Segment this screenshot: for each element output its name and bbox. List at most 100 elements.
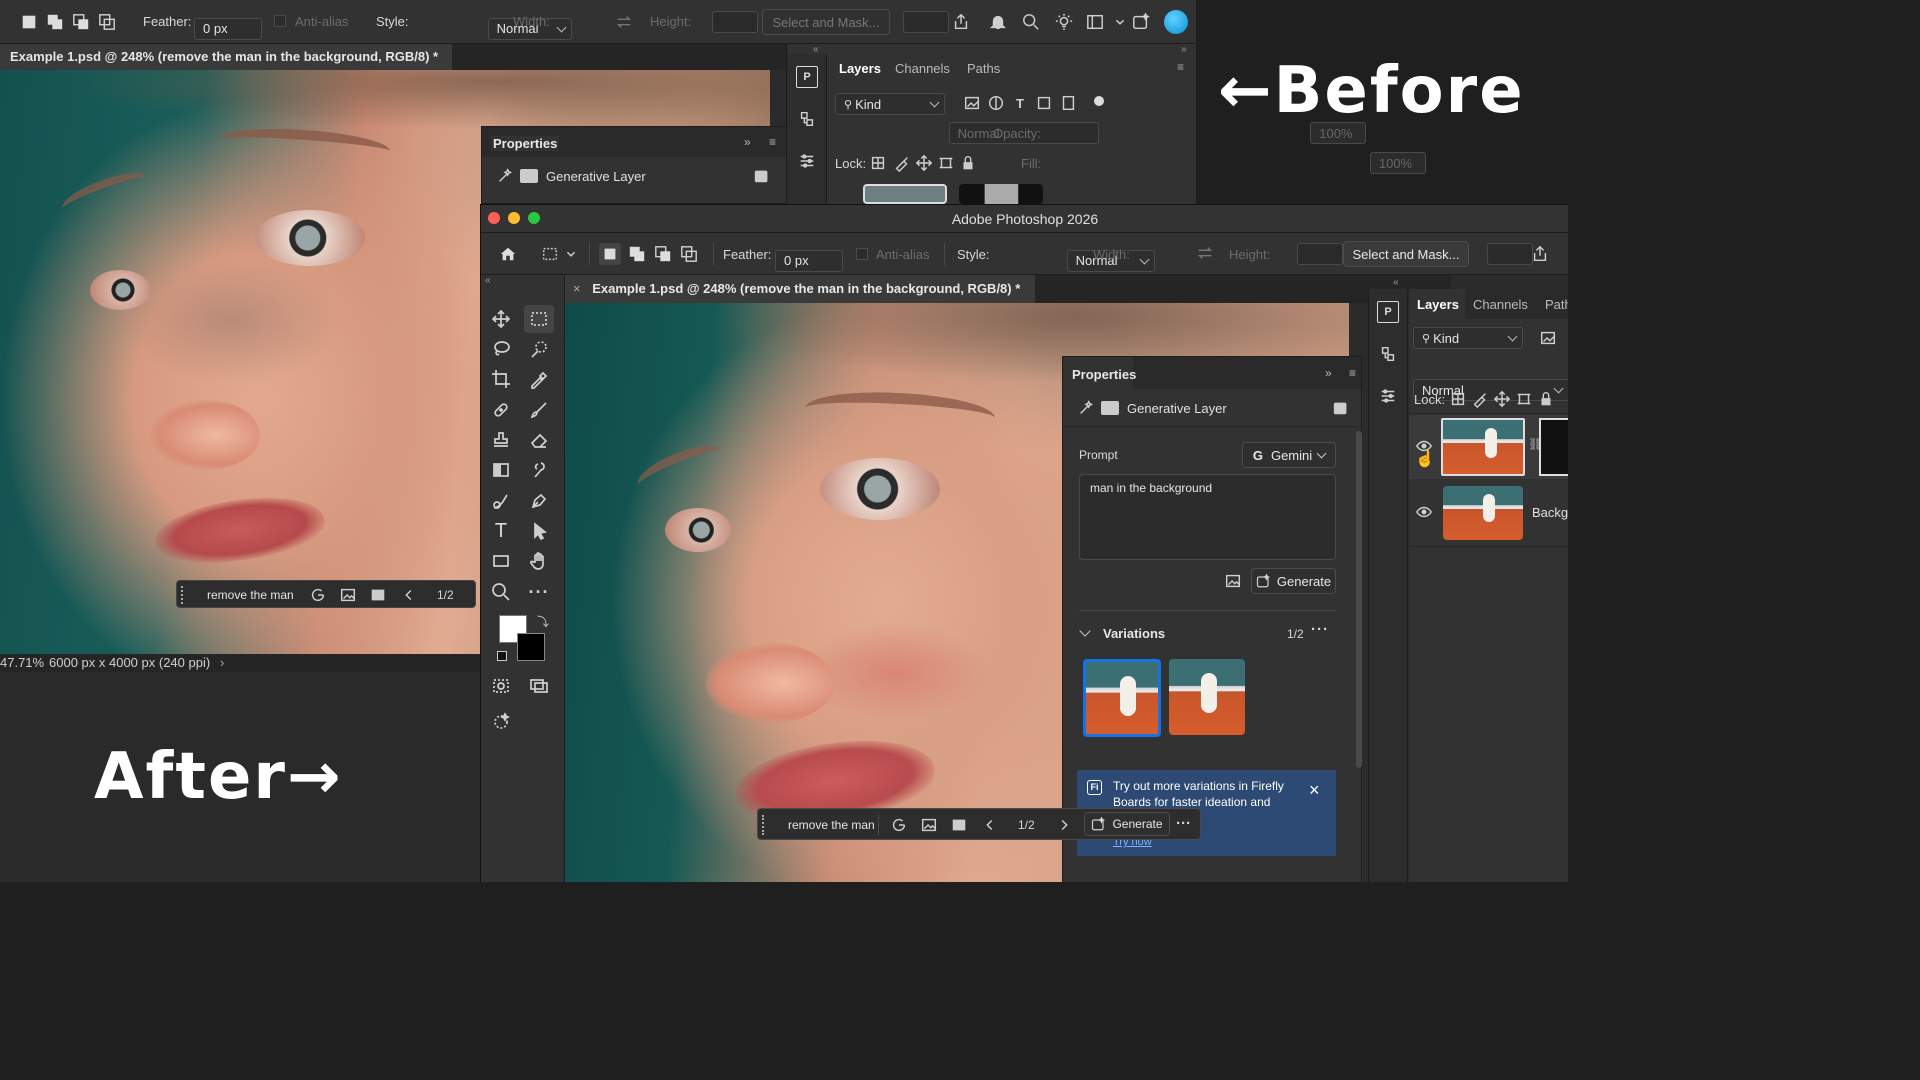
generative-layer-icon[interactable] [1331,399,1351,417]
zoom-tool-icon[interactable] [486,578,516,606]
clone-stamp-tool-icon[interactable] [486,426,516,454]
generate-button[interactable]: Generate [1251,568,1336,594]
lock-all-icon[interactable] [959,154,977,172]
generative-icon[interactable] [1130,11,1152,33]
pen-tool-icon[interactable] [524,487,554,515]
more-options-icon[interactable]: ··· [1311,621,1329,638]
reference-image-icon[interactable] [1223,572,1243,590]
generative-layer-icon[interactable] [752,167,772,185]
generative-panel-icon[interactable]: P [1377,301,1399,323]
eyedropper-tool-icon[interactable] [524,365,554,393]
default-colors-icon[interactable] [497,651,507,661]
minimize-window-button[interactable] [508,212,520,224]
dodge-tool-icon[interactable] [486,487,516,515]
google-icon[interactable] [890,816,908,834]
document-tab[interactable]: × Example 1.psd @ 248% (remove the man i… [565,275,1035,303]
adjustments-icon[interactable] [796,150,818,172]
move-tool-icon[interactable] [486,305,516,333]
type-tool-icon[interactable]: T [486,517,516,545]
collapse-panel-icon[interactable]: » [744,135,751,149]
layer-thumbnail[interactable] [1441,418,1525,476]
select-and-mask-button[interactable]: Select and Mask... [1343,241,1469,267]
lightbulb-icon[interactable] [1053,11,1075,33]
panel-menu-icon[interactable]: ≡ [769,135,776,149]
generative-layer-icon[interactable] [950,816,968,834]
screen-mode-icon[interactable] [524,672,554,700]
reference-image-icon[interactable] [920,816,938,834]
collapse-panel-icon[interactable]: » [1325,366,1332,380]
google-icon[interactable] [309,586,327,604]
swap-colors-icon[interactable]: ⤵ [537,613,549,630]
history-icon[interactable] [796,108,818,130]
layer-row-background[interactable]: Backg [1409,481,1568,545]
crop-tool-icon[interactable] [486,365,516,393]
lock-move-icon[interactable] [915,154,933,172]
layer-mask-thumbnail[interactable] [1539,418,1568,476]
lock-brush-icon[interactable] [893,154,911,172]
width-input[interactable] [1297,243,1344,265]
chevron-right-icon[interactable]: › [220,654,224,672]
drag-handle-icon[interactable] [181,586,185,604]
chevron-down-icon[interactable] [565,245,577,263]
layer-row-generative[interactable]: ☝ ⛓ [1409,415,1568,479]
path-selection-tool-icon[interactable] [524,517,554,545]
marquee-icon[interactable] [539,243,561,265]
chevron-down-icon[interactable] [1114,11,1126,33]
bell-icon[interactable] [987,11,1009,33]
rectangle-tool-icon[interactable] [486,547,516,575]
filter-toggle-icon[interactable] [1094,96,1104,106]
quick-mask-icon[interactable] [486,672,516,700]
tab-layers[interactable]: Layers [1417,297,1459,312]
lock-artboard-icon[interactable] [1515,390,1533,408]
collapse-variations-icon[interactable] [1079,625,1091,637]
gradient-tool-icon[interactable] [486,456,516,484]
filter-smart-object-icon[interactable] [1059,94,1077,112]
layer-thumbnail[interactable] [863,184,947,204]
feather-input[interactable]: 0 px [194,17,262,40]
collapse-toolbar-icon[interactable]: « [485,275,491,286]
expand-icon[interactable]: » [1181,44,1187,55]
share-icon[interactable] [950,11,972,33]
lock-brush-icon[interactable] [1471,390,1489,408]
drag-handle-icon[interactable] [762,815,766,835]
adjustments-icon[interactable] [1377,385,1399,407]
swap-icon[interactable] [1195,243,1215,263]
variation-thumbnail-2[interactable] [1169,659,1245,735]
healing-brush-tool-icon[interactable] [486,396,516,424]
quick-selection-tool-icon[interactable] [524,335,554,363]
filter-pixel-icon[interactable] [1539,329,1557,347]
more-options-icon[interactable]: ··· [1176,815,1191,832]
taskbar-prompt[interactable]: remove the man [207,588,294,602]
variation-thumbnail-1[interactable] [1083,659,1161,737]
lock-transparent-icon[interactable] [869,154,887,172]
width-input[interactable] [712,11,759,33]
zoom-level[interactable]: 47.71% [0,654,44,672]
lock-all-icon[interactable] [1537,390,1555,408]
share-icon[interactable] [1529,243,1551,265]
generative-panel-icon[interactable]: P [796,66,818,88]
intersect-selection-icon[interactable] [96,12,118,32]
layer-mask-thumbnail[interactable] [959,184,1043,204]
close-window-button[interactable] [488,212,500,224]
tab-channels[interactable]: Channels [895,61,950,76]
filter-adjustment-icon[interactable] [987,94,1005,112]
add-selection-icon[interactable] [44,12,66,32]
generative-tool-icon[interactable] [486,707,516,735]
smudge-tool-icon[interactable] [524,456,554,484]
history-icon[interactable] [1377,343,1399,365]
tab-paths[interactable]: Paths [967,61,1000,76]
height-input[interactable] [1486,243,1533,265]
lock-move-icon[interactable] [1493,390,1511,408]
lock-transparent-icon[interactable] [1449,390,1467,408]
more-tools-icon[interactable]: ··· [524,578,554,606]
chevron-left-icon[interactable] [401,586,417,604]
reference-image-icon[interactable] [339,586,357,604]
prompt-textarea[interactable]: man in the background [1079,474,1336,560]
chevron-right-icon[interactable] [1056,816,1072,834]
filter-type-icon[interactable]: T [1011,94,1029,112]
intersect-selection-icon[interactable] [678,243,700,265]
home-icon[interactable] [497,243,519,265]
new-selection-icon[interactable] [18,12,40,32]
model-select[interactable]: G Gemini [1242,442,1336,468]
fill-input[interactable]: 100% [1369,152,1426,174]
